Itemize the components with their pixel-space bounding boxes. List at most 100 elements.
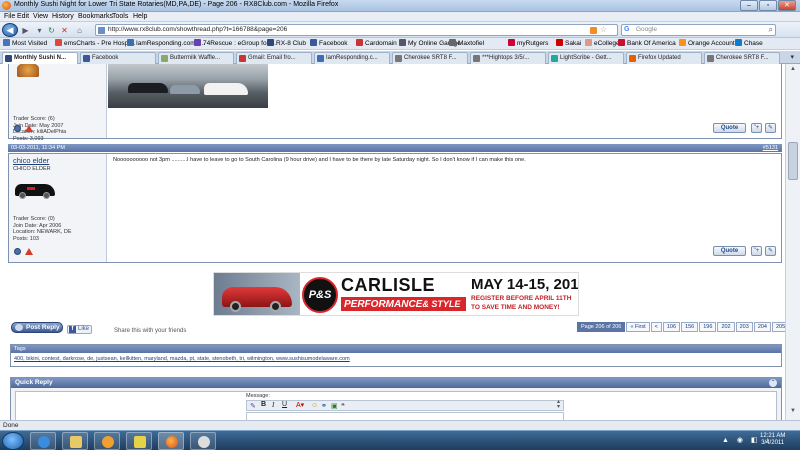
taskbar-ie[interactable]: [30, 432, 56, 450]
vertical-scrollbar[interactable]: ▲ ▼: [785, 64, 800, 420]
post-number-link[interactable]: #5131: [763, 144, 778, 152]
page-prev-link[interactable]: <: [650, 322, 662, 332]
page-first-link[interactable]: « First: [626, 322, 650, 332]
scroll-down-arrow[interactable]: ▼: [788, 408, 798, 417]
quote-button[interactable]: Quote: [713, 246, 746, 256]
page-link[interactable]: 202: [717, 322, 735, 332]
font-color-button[interactable]: A▾: [296, 401, 304, 409]
multiquote-button[interactable]: "+: [751, 246, 762, 256]
collapse-icon[interactable]: ⌃: [769, 379, 777, 387]
taskbar-firefox[interactable]: [158, 432, 184, 450]
bookmark-item[interactable]: Orange Account: [679, 39, 735, 49]
tags-list[interactable]: 400, bikini, contest, darkrose, de, just…: [14, 356, 350, 362]
quote-button[interactable]: Quote: [713, 123, 746, 133]
report-post-icon[interactable]: [25, 248, 33, 255]
scrollbar-thumb[interactable]: [788, 142, 798, 180]
rss-feed-icon[interactable]: [590, 27, 597, 34]
bold-button[interactable]: B: [261, 401, 266, 408]
bookmark-star-icon[interactable]: ☆: [600, 25, 607, 34]
bookmark-item[interactable]: eCollege: [585, 39, 620, 49]
browser-tab[interactable]: IamResponding.c...: [314, 52, 390, 64]
history-dropdown-button[interactable]: ▾: [34, 25, 45, 36]
google-search-engine-icon[interactable]: G: [624, 26, 629, 33]
carlisle-banner-ad[interactable]: P&S CARLISLE PERFORMANCE& STYLE MAY 14-1…: [213, 272, 579, 316]
message-textarea[interactable]: [246, 412, 564, 420]
scroll-up-arrow[interactable]: ▲: [788, 66, 798, 75]
bookmark-item[interactable]: RX-8 Club: [267, 39, 306, 49]
browser-tab[interactable]: LightScribe - Gett...: [548, 52, 624, 64]
bookmark-item[interactable]: myRutgers: [508, 39, 548, 49]
bookmark-item[interactable]: Bank Of America: [618, 39, 676, 49]
bookmark-item[interactable]: Facebook: [310, 39, 348, 49]
editor-resize-arrows[interactable]: ▴ ▾: [557, 399, 560, 410]
bookmark-item[interactable]: Most Visited: [3, 39, 47, 49]
browser-tab[interactable]: Monthly Sushi N...: [2, 52, 78, 64]
report-post-icon[interactable]: [25, 125, 33, 132]
menu-file[interactable]: File: [4, 12, 15, 22]
page-link[interactable]: 204: [753, 322, 771, 332]
bookmark-item[interactable]: emsCharts - Pre Hospi...: [55, 39, 135, 49]
switch-editor-icon[interactable]: ✎: [250, 402, 256, 410]
close-window-button[interactable]: ✕: [778, 0, 796, 11]
taskbar-explorer[interactable]: [62, 432, 88, 450]
multiquote-button[interactable]: "+: [751, 123, 762, 133]
page-link[interactable]: 196: [699, 322, 717, 332]
ps-logo: P&S: [302, 277, 338, 313]
browser-tab[interactable]: Cherokee SRT8 F...: [704, 52, 780, 64]
browser-tab[interactable]: ***Hightops 3/5/...: [470, 52, 546, 64]
maximize-button[interactable]: ▫: [759, 0, 777, 11]
reload-button[interactable]: ↻: [46, 25, 57, 36]
facebook-like-button[interactable]: f Like: [67, 325, 93, 334]
menu-help[interactable]: Help: [133, 12, 147, 22]
menu-history[interactable]: History: [52, 12, 74, 22]
bookmark-item[interactable]: Cardomain: [356, 39, 397, 49]
bookmark-item[interactable]: Sakai: [556, 39, 581, 49]
quick-reply-button[interactable]: ✎: [765, 123, 776, 133]
tab-favicon-icon: [707, 55, 714, 62]
bookmark-label: eCollege: [594, 40, 620, 47]
menu-edit[interactable]: Edit: [17, 12, 29, 22]
taskbar-media-player[interactable]: [94, 432, 120, 450]
post-username-link[interactable]: chico elder: [13, 156, 49, 165]
smilies-icon[interactable]: ☺: [311, 402, 318, 409]
italic-button[interactable]: I: [272, 401, 274, 409]
bookmark-item[interactable]: 74Rescue : eGroup for ...: [194, 39, 276, 49]
wrap-quote-icon[interactable]: ❝: [341, 402, 345, 410]
underline-button[interactable]: U: [282, 401, 287, 408]
tab-label: Gmail: Email fro...: [248, 55, 296, 61]
start-button[interactable]: [2, 432, 24, 450]
clock[interactable]: 12:21 AM 3/4/2011: [760, 433, 785, 447]
post-photo-cars[interactable]: [108, 64, 268, 108]
stop-button[interactable]: ✕: [59, 25, 70, 36]
bookmark-item[interactable]: Maxtofiel: [449, 39, 484, 49]
browser-tab[interactable]: Firefox Updated: [626, 52, 702, 64]
search-magnifier-icon[interactable]: ⌕: [769, 25, 773, 35]
quick-reply-button[interactable]: ✎: [765, 246, 776, 256]
page-link[interactable]: 106: [662, 322, 681, 332]
home-button[interactable]: ⌂: [74, 25, 85, 36]
post-reply-button[interactable]: Post Reply: [11, 322, 63, 333]
editor-toolbar: ✎ B I U A▾ ☺ ⚭ ▣ ❝ ▴ ▾: [246, 399, 564, 411]
taskbar-app[interactable]: [190, 432, 216, 450]
browser-tab[interactable]: Gmail: Email fro...: [236, 52, 312, 64]
browser-tab[interactable]: Buttermilk Waffle...: [158, 52, 234, 64]
bookmark-item[interactable]: Chase: [735, 39, 763, 49]
page-link[interactable]: 203: [735, 322, 753, 332]
taskbar-messenger[interactable]: [126, 432, 152, 450]
page-link[interactable]: 156: [681, 322, 699, 332]
forward-button[interactable]: ▶: [20, 25, 31, 36]
menu-bookmarks[interactable]: Bookmarks: [78, 12, 113, 22]
page-link[interactable]: 205: [772, 322, 785, 332]
status-text: Done: [3, 422, 19, 429]
browser-tab[interactable]: Facebook: [80, 52, 156, 64]
browser-tab[interactable]: Cherokee SRT8 F...: [392, 52, 468, 64]
menu-view[interactable]: View: [33, 12, 48, 22]
search-input[interactable]: G Google ⌕: [621, 24, 776, 36]
insert-image-icon[interactable]: ▣: [331, 402, 338, 410]
insert-link-icon[interactable]: ⚭: [321, 402, 327, 410]
menu-tools[interactable]: Tools: [112, 12, 128, 22]
address-bar[interactable]: http://www.rx8club.com/showthread.php?t=…: [95, 24, 618, 36]
minimize-button[interactable]: –: [740, 0, 758, 11]
tab-list-dropdown-icon[interactable]: ▾: [790, 53, 794, 61]
back-button[interactable]: ◀: [2, 23, 18, 37]
